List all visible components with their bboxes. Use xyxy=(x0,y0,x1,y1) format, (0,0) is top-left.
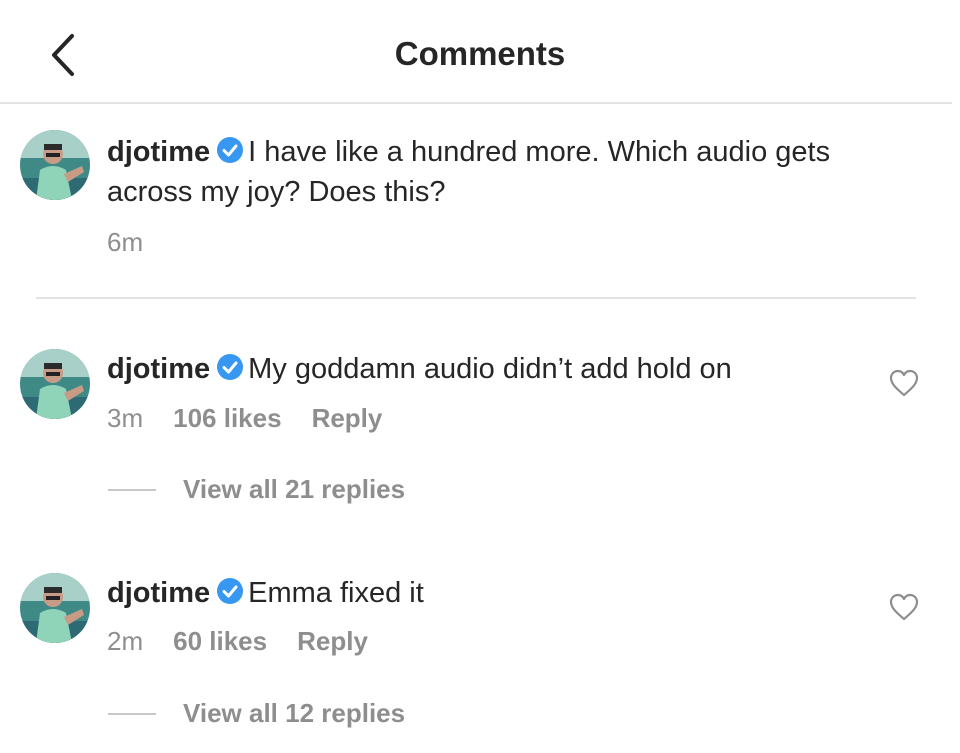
avatar[interactable] xyxy=(20,349,90,419)
comment-body: djotime My goddamn audio didn’t add hold … xyxy=(107,349,907,389)
avatar[interactable] xyxy=(20,130,90,200)
verified-badge-icon xyxy=(217,354,244,380)
view-replies-label: View all 12 replies xyxy=(183,698,406,728)
caption-divider xyxy=(36,297,916,299)
comment-meta: 3m 106 likes Reply xyxy=(107,402,412,434)
like-button[interactable] xyxy=(889,369,919,397)
username[interactable]: djotime xyxy=(107,577,210,609)
header-divider xyxy=(0,102,952,104)
verified-badge-icon xyxy=(217,137,244,163)
comment-meta: 2m 60 likes Reply xyxy=(107,625,398,657)
comments-header: Comments xyxy=(0,0,960,104)
heart-outline-icon xyxy=(889,593,919,621)
caption-meta: 6m xyxy=(107,226,173,258)
verified-badge-icon xyxy=(217,578,244,604)
reply-button[interactable]: Reply xyxy=(312,403,383,433)
view-replies-label: View all 21 replies xyxy=(183,474,406,504)
likes-count[interactable]: 106 likes xyxy=(173,403,281,433)
comment-body: djotime Emma fixed it xyxy=(107,573,907,613)
avatar[interactable] xyxy=(20,573,90,643)
page-title: Comments xyxy=(394,35,566,72)
like-button[interactable] xyxy=(889,593,919,621)
username[interactable]: djotime xyxy=(107,136,210,168)
replies-line xyxy=(108,488,156,491)
view-replies-button[interactable]: View all 21 replies xyxy=(108,474,405,506)
timestamp: 2m xyxy=(107,626,144,656)
timestamp: 3m xyxy=(107,403,144,433)
comment-text: Emma fixed it xyxy=(248,577,424,609)
comment-text: My goddamn audio didn’t add hold on xyxy=(248,353,732,385)
view-replies-button[interactable]: View all 12 replies xyxy=(108,698,405,730)
timestamp: 6m xyxy=(107,227,144,257)
heart-outline-icon xyxy=(889,369,919,397)
reply-button[interactable]: Reply xyxy=(297,626,368,656)
username[interactable]: djotime xyxy=(107,353,210,385)
caption-body: djotime I have like a hundred more. Which… xyxy=(107,132,907,212)
replies-line xyxy=(108,712,156,715)
likes-count[interactable]: 60 likes xyxy=(173,626,267,656)
